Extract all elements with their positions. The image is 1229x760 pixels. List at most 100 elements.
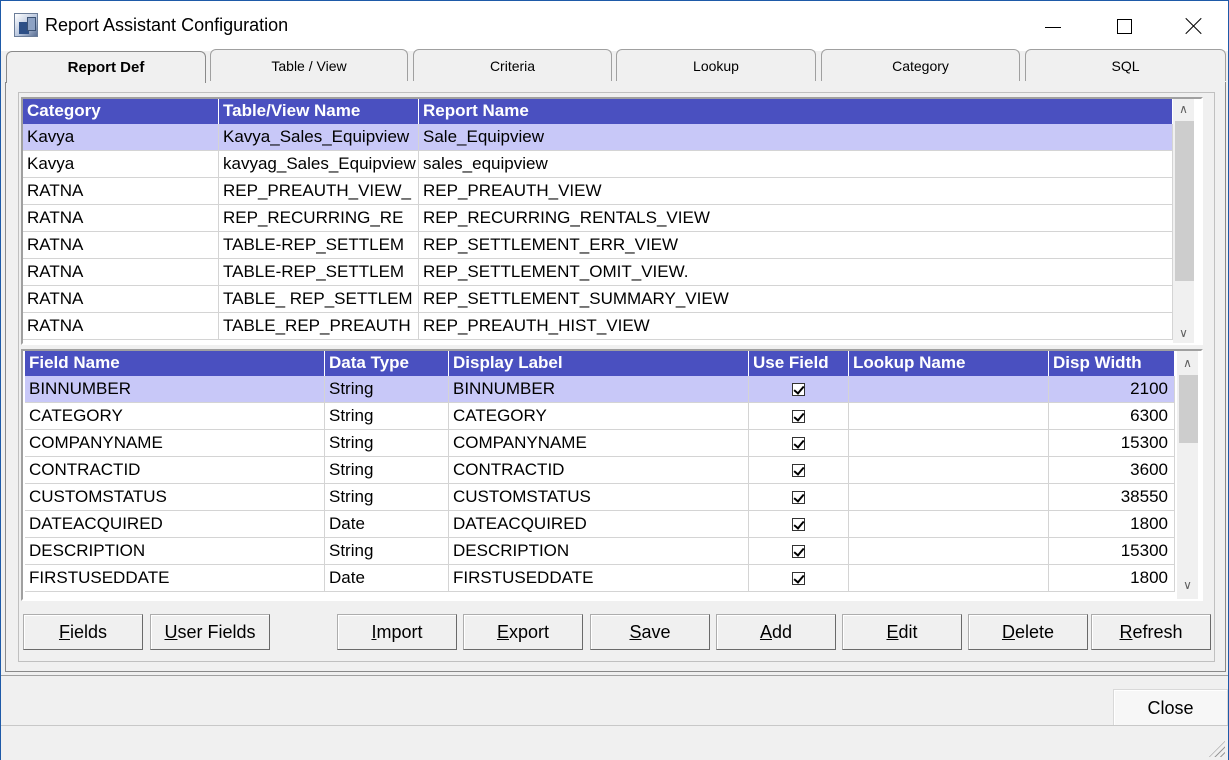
table-cell: sales_equipview: [419, 151, 1173, 178]
vertical-scrollbar[interactable]: ∧ ∨: [1177, 351, 1198, 599]
table-cell: [849, 565, 1049, 592]
refresh-button[interactable]: Refresh: [1091, 614, 1211, 650]
table-cell: COMPANYNAME: [449, 430, 749, 457]
button-label-part: efresh: [1132, 621, 1183, 642]
table-cell: 1800: [1049, 565, 1175, 592]
edit-button[interactable]: Edit: [842, 614, 962, 650]
table-cell: 6300: [1049, 403, 1175, 430]
table-cell: [849, 484, 1049, 511]
column-header[interactable]: Field Name: [25, 351, 325, 376]
scroll-thumb[interactable]: [1175, 121, 1194, 281]
button-label-part: ave: [641, 621, 671, 642]
table-cell: FIRSTUSEDDATE: [449, 565, 749, 592]
tab-criteria[interactable]: Criteria: [413, 49, 612, 81]
window-close-button[interactable]: [1159, 1, 1229, 51]
table-cell: RATNA: [23, 259, 219, 286]
chevron-down-icon[interactable]: ∨: [1173, 323, 1194, 343]
export-button[interactable]: Export: [463, 614, 583, 650]
use-field-cell[interactable]: [749, 403, 849, 430]
use-field-cell[interactable]: [749, 430, 849, 457]
use-field-cell[interactable]: [749, 376, 849, 403]
button-label-mnemonic: F: [58, 621, 70, 642]
table-cell: TABLE-REP_SETTLEM: [219, 259, 419, 286]
add-button[interactable]: Add: [716, 614, 836, 650]
table-cell: TABLE-REP_SETTLEM: [219, 232, 419, 259]
close-button[interactable]: Close: [1113, 689, 1228, 727]
chevron-up-icon[interactable]: ∧: [1173, 99, 1194, 119]
vertical-scrollbar[interactable]: ∧ ∨: [1173, 99, 1194, 343]
checkbox-checked-icon[interactable]: [792, 490, 805, 504]
resize-grip-icon[interactable]: [1209, 741, 1225, 757]
user-fields-button[interactable]: User Fields: [150, 614, 270, 650]
table-cell: Kavya: [23, 151, 219, 178]
table-cell: DESCRIPTION: [449, 538, 749, 565]
table-cell: DATEACQUIRED: [25, 511, 325, 538]
save-button[interactable]: Save: [590, 614, 710, 650]
import-button[interactable]: Import: [337, 614, 457, 650]
use-field-cell[interactable]: [749, 457, 849, 484]
checkbox-checked-icon[interactable]: [792, 517, 805, 531]
table-cell: String: [325, 457, 449, 484]
tab-table-view[interactable]: Table / View: [210, 49, 408, 81]
checkbox-checked-icon[interactable]: [792, 463, 805, 477]
title-bar: Report Assistant Configuration: [1, 1, 1228, 51]
checkbox-checked-icon[interactable]: [792, 436, 805, 450]
report-app-icon: [14, 13, 38, 37]
reports-grid[interactable]: Category Table/View Name Report Name Kavya K…: [21, 97, 1203, 345]
checkbox-checked-icon[interactable]: [792, 571, 805, 585]
table-cell: REP_PREAUTH_VIEW_: [219, 178, 419, 205]
button-label-mnemonic: U: [164, 621, 178, 642]
minimize-button[interactable]: [1018, 1, 1088, 51]
column-header[interactable]: Use Field: [749, 351, 849, 376]
chevron-down-icon[interactable]: ∨: [1177, 575, 1198, 595]
table-cell: 2100: [1049, 376, 1175, 403]
table-cell: [849, 457, 1049, 484]
table-cell: REP_RECURRING_RENTALS_VIEW: [419, 205, 1173, 232]
report-def-content: Category Table/View Name Report Name Kavya K…: [18, 92, 1215, 662]
tab-lookup[interactable]: Lookup: [616, 49, 816, 81]
table-cell: 1800: [1049, 511, 1175, 538]
column-header[interactable]: Table/View Name: [219, 99, 419, 124]
table-cell: [849, 538, 1049, 565]
button-label-part: xport: [508, 621, 550, 642]
fields-grid[interactable]: Field Name Data Type Display Label Use Fiel…: [21, 349, 1203, 601]
chevron-up-icon[interactable]: ∧: [1177, 353, 1198, 373]
table-cell: REP_SETTLEMENT_ERR_VIEW: [419, 232, 1173, 259]
button-label-mnemonic: A: [759, 621, 772, 642]
button-label-part: mport: [376, 621, 423, 642]
button-label-part: ields: [69, 621, 108, 642]
tab-report-def[interactable]: Report Def: [6, 51, 206, 83]
status-bar: [1, 725, 1228, 760]
column-header[interactable]: Display Label: [449, 351, 749, 376]
checkbox-checked-icon[interactable]: [792, 409, 805, 423]
column-header[interactable]: Lookup Name: [849, 351, 1049, 376]
use-field-cell[interactable]: [749, 538, 849, 565]
tab-sql[interactable]: SQL: [1025, 49, 1226, 81]
table-cell: CATEGORY: [25, 403, 325, 430]
table-cell: RATNA: [23, 178, 219, 205]
button-label-mnemonic: E: [496, 621, 509, 642]
column-header[interactable]: Data Type: [325, 351, 449, 376]
table-cell: CUSTOMSTATUS: [449, 484, 749, 511]
use-field-cell[interactable]: [749, 511, 849, 538]
tab-category[interactable]: Category: [821, 49, 1020, 81]
checkbox-checked-icon[interactable]: [792, 544, 805, 558]
table-cell: RATNA: [23, 205, 219, 232]
table-cell: String: [325, 538, 449, 565]
delete-button[interactable]: Delete: [968, 614, 1088, 650]
table-cell: REP_PREAUTH_HIST_VIEW: [419, 313, 1173, 340]
tab-strip: Report Def Table / View Criteria Lookup Cate…: [4, 49, 1229, 83]
button-label-part: dd: [771, 621, 793, 642]
table-cell: CONTRACTID: [25, 457, 325, 484]
close-icon: [1185, 17, 1203, 35]
checkbox-checked-icon[interactable]: [792, 382, 805, 396]
table-cell: 15300: [1049, 430, 1175, 457]
scroll-thumb[interactable]: [1179, 375, 1198, 443]
column-header[interactable]: Report Name: [419, 99, 1173, 124]
fields-button[interactable]: Fields: [23, 614, 143, 650]
use-field-cell[interactable]: [749, 565, 849, 592]
column-header[interactable]: Disp Width: [1049, 351, 1175, 376]
maximize-button[interactable]: [1089, 1, 1159, 51]
use-field-cell[interactable]: [749, 484, 849, 511]
column-header[interactable]: Category: [23, 99, 219, 124]
